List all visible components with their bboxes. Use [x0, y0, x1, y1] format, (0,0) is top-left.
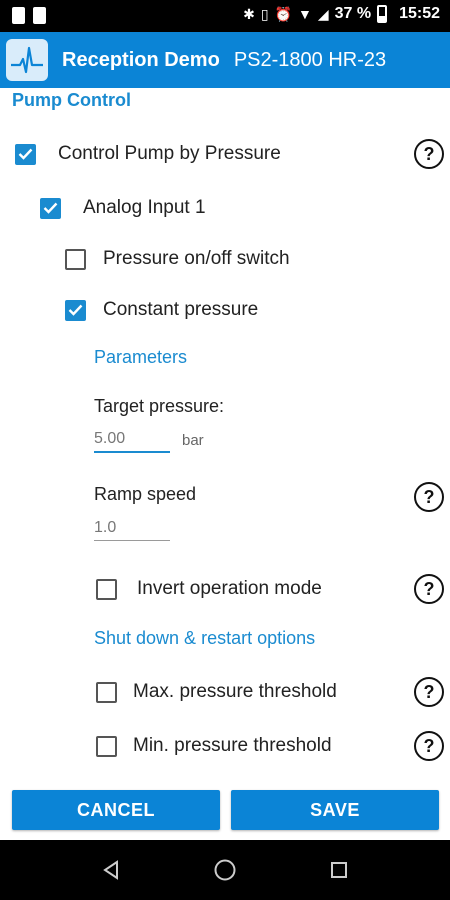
- clock: 15:52: [399, 5, 440, 22]
- control-pump-by-pressure-checkbox[interactable]: [15, 143, 36, 165]
- invert-operation-checkbox[interactable]: [96, 578, 117, 600]
- cancel-button[interactable]: CANCEL: [12, 790, 220, 830]
- app-title: Reception Demo: [62, 48, 220, 71]
- max-pressure-threshold-option[interactable]: Max. pressure threshold: [96, 681, 337, 703]
- vibrate-icon: ▯: [260, 6, 269, 22]
- min-threshold-help-button[interactable]: ?: [414, 731, 444, 761]
- target-pressure-label: Target pressure:: [94, 396, 225, 416]
- control-pump-help-button[interactable]: ?: [414, 139, 444, 169]
- target-pressure-unit: bar: [182, 432, 204, 449]
- page-title: Pump Control: [12, 90, 131, 110]
- system-navigation-bar: [0, 840, 450, 900]
- back-icon[interactable]: [99, 858, 123, 882]
- constant-pressure-label: Constant pressure: [103, 299, 259, 320]
- min-pressure-threshold-label: Min. pressure threshold: [133, 735, 332, 756]
- pressure-switch-checkbox[interactable]: [65, 248, 86, 270]
- min-pressure-threshold-option[interactable]: Min. pressure threshold: [96, 735, 332, 757]
- bluetooth-icon: ✱: [243, 6, 255, 22]
- help-icon: ?: [423, 486, 435, 507]
- ramp-speed-help-button[interactable]: ?: [414, 482, 444, 512]
- analog-input-1-checkbox[interactable]: [40, 197, 61, 219]
- recent-apps-icon[interactable]: [327, 858, 351, 882]
- parameters-heading: Parameters: [94, 347, 188, 367]
- help-icon: ?: [423, 735, 435, 756]
- pressure-switch-label: Pressure on/off switch: [103, 248, 290, 269]
- min-pressure-threshold-checkbox[interactable]: [96, 735, 117, 757]
- wifi-icon: ▼: [297, 6, 312, 22]
- alarm-icon: ⏰: [274, 6, 292, 22]
- invert-operation-help-button[interactable]: ?: [414, 574, 444, 604]
- max-pressure-threshold-label: Max. pressure threshold: [133, 681, 337, 702]
- max-threshold-help-button[interactable]: ?: [414, 677, 444, 707]
- constant-pressure-option[interactable]: Constant pressure: [65, 299, 258, 321]
- device-name: PS2-1800 HR-23: [233, 48, 387, 71]
- download-notification-icon: [12, 7, 25, 24]
- ramp-speed-input[interactable]: [94, 515, 170, 541]
- help-icon: ?: [423, 143, 435, 164]
- control-pump-by-pressure-option[interactable]: Control Pump by Pressure: [15, 143, 281, 165]
- ramp-speed-label: Ramp speed: [94, 484, 197, 504]
- shutdown-restart-heading: Shut down & restart options: [94, 628, 316, 648]
- invert-operation-label: Invert operation mode: [137, 578, 322, 599]
- home-icon[interactable]: [213, 858, 237, 882]
- analog-input-1-option[interactable]: Analog Input 1: [40, 197, 206, 219]
- signal-icon: ◢: [317, 6, 329, 22]
- save-button[interactable]: SAVE: [231, 790, 439, 830]
- analog-input-1-label: Analog Input 1: [83, 197, 206, 218]
- app-bar: Reception Demo PS2-1800 HR-23: [0, 32, 450, 88]
- battery-icon: [377, 5, 388, 23]
- help-icon: ?: [423, 578, 435, 599]
- control-pump-by-pressure-label: Control Pump by Pressure: [58, 143, 281, 164]
- invert-operation-option[interactable]: Invert operation mode: [96, 578, 322, 600]
- status-bar: ✱ ▯ ⏰ ▼ ◢ 37 % 15:52: [0, 0, 450, 32]
- pressure-switch-option[interactable]: Pressure on/off switch: [65, 248, 290, 270]
- target-pressure-input[interactable]: [94, 427, 170, 453]
- notification-icons: [12, 7, 46, 24]
- help-icon: ?: [423, 681, 435, 702]
- system-status: ✱ ▯ ⏰ ▼ ◢ 37 % 15:52: [243, 5, 440, 23]
- sd-card-notification-icon: [33, 7, 46, 24]
- constant-pressure-checkbox[interactable]: [65, 299, 86, 321]
- max-pressure-threshold-checkbox[interactable]: [96, 681, 117, 703]
- app-logo-icon: [6, 39, 48, 81]
- battery-percentage: 37 %: [334, 5, 372, 22]
